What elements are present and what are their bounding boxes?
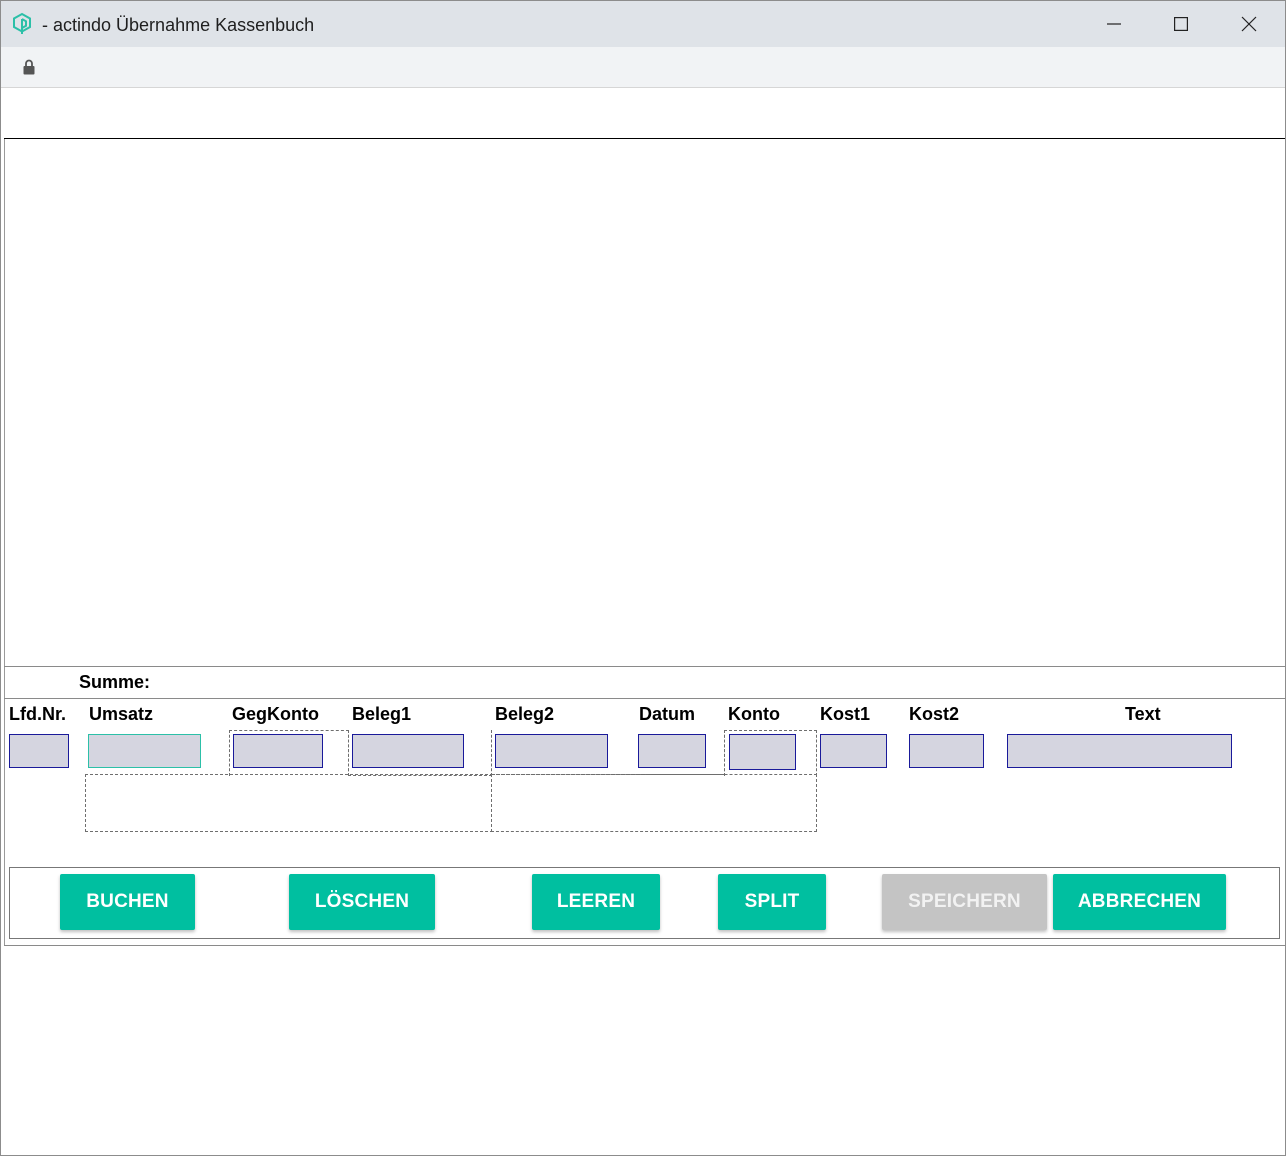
- split-button[interactable]: SPLIT: [718, 874, 826, 930]
- column-label-gegkonto: GegKonto: [232, 704, 319, 724]
- column-label-datum: Datum: [639, 704, 696, 724]
- column-label-kost1: Kost1: [820, 704, 871, 724]
- lookup-dashed-panel-right: [491, 774, 817, 832]
- close-button[interactable]: [1216, 1, 1282, 47]
- lock-icon: [23, 59, 35, 75]
- kost1-input[interactable]: [820, 734, 887, 768]
- umsatz-input[interactable]: [88, 734, 201, 768]
- loeschen-button[interactable]: LÖSCHEN: [289, 874, 435, 930]
- column-label-beleg2: Beleg2: [495, 704, 555, 724]
- column-label-kost2: Kost2: [909, 704, 960, 724]
- column-label-konto: Konto: [728, 704, 780, 724]
- column-label-lfdnr: Lfd.Nr.: [9, 704, 66, 724]
- column-label-text: Text: [1125, 704, 1161, 724]
- speichern-button: SPEICHERN: [882, 874, 1047, 930]
- divider: [4, 698, 1285, 699]
- app-window: - actindo Übernahme Kassenbuch Summe: Lf…: [0, 0, 1286, 1156]
- actindo-logo-icon: [13, 12, 31, 34]
- lookup-dashed-panel-left: [85, 774, 493, 832]
- header-strip: [4, 89, 1285, 139]
- minimize-icon: [1107, 23, 1121, 25]
- column-label-umsatz: Umsatz: [89, 704, 154, 724]
- dashed-connector: [724, 730, 725, 776]
- window-title: - actindo Übernahme Kassenbuch: [42, 15, 315, 35]
- dashed-connector: [492, 774, 725, 775]
- summe-label: Summe:: [79, 672, 151, 692]
- divider: [4, 666, 1285, 667]
- title-bar: - actindo Übernahme Kassenbuch: [1, 1, 1285, 47]
- maximize-icon: [1174, 17, 1188, 31]
- leeren-button[interactable]: LEEREN: [532, 874, 660, 930]
- gegkonto-input[interactable]: [233, 734, 323, 768]
- beleg2-input[interactable]: [495, 734, 608, 768]
- buchen-button[interactable]: BUCHEN: [60, 874, 195, 930]
- datum-input[interactable]: [638, 734, 706, 768]
- abbrechen-button[interactable]: ABBRECHEN: [1053, 874, 1226, 930]
- beleg1-input[interactable]: [352, 734, 464, 768]
- text-input[interactable]: [1007, 734, 1232, 768]
- close-icon: [1241, 16, 1257, 32]
- address-bar: [1, 47, 1285, 88]
- kost2-input[interactable]: [909, 734, 984, 768]
- konto-input[interactable]: [729, 734, 796, 770]
- divider: [4, 945, 1285, 946]
- minimize-button[interactable]: [1081, 1, 1147, 47]
- maximize-button[interactable]: [1148, 1, 1214, 47]
- lfdnr-input[interactable]: [9, 734, 69, 768]
- column-label-beleg1: Beleg1: [352, 704, 412, 724]
